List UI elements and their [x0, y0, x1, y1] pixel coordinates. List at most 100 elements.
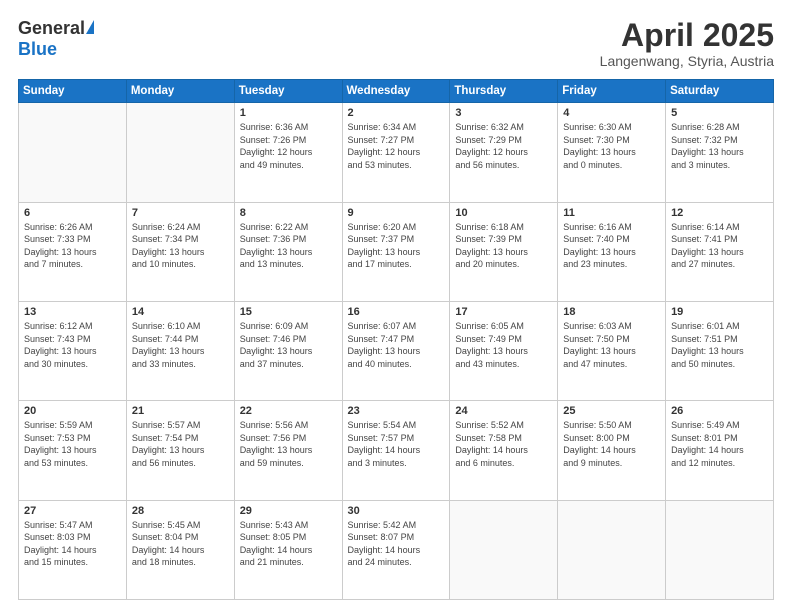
day-cell: 12Sunrise: 6:14 AM Sunset: 7:41 PM Dayli…	[666, 202, 774, 301]
day-cell: 24 Sunrise: 5:52 AM Sunset: 7:58 PM Dayli…	[450, 401, 558, 500]
day-number: 22	[240, 405, 337, 417]
day-detail: Sunrise: 6:30 AM Sunset: 7:30 PM Dayligh…	[563, 121, 660, 171]
day-number: 21	[132, 405, 229, 417]
logo-triangle-icon	[86, 20, 94, 34]
day-cell: 22 Sunrise: 5:56 AM Sunset: 7:56 PM Dayli…	[234, 401, 342, 500]
day-number: 17	[455, 306, 552, 318]
week-row-5: 27 Sunrise: 5:47 AM Sunset: 8:03 PM Dayli…	[19, 500, 774, 599]
day-cell: 3 Sunrise: 6:32 AM Sunset: 7:29 PM Daylig…	[450, 103, 558, 202]
day-cell: 25 Sunrise: 5:50 AM Sunset: 8:00 PM Dayli…	[558, 401, 666, 500]
logo-general: General	[18, 18, 85, 39]
day-detail: Sunrise: 6:34 AM Sunset: 7:27 PM Dayligh…	[348, 121, 445, 171]
day-detail: Sunrise: 6:26 AM Sunset: 7:33 PM Dayligh…	[24, 221, 121, 271]
day-number: 13	[24, 306, 121, 318]
weekday-header-wednesday: Wednesday	[342, 80, 450, 103]
day-cell: 6 Sunrise: 6:26 AM Sunset: 7:33 PM Daylig…	[19, 202, 127, 301]
day-number: 25	[563, 405, 660, 417]
month-title: April 2025	[600, 18, 774, 53]
day-number: 9	[348, 207, 445, 219]
day-detail: Sunrise: 5:43 AM Sunset: 8:05 PM Dayligh…	[240, 519, 337, 569]
day-number: 23	[348, 405, 445, 417]
day-number: 10	[455, 207, 552, 219]
weekday-header-monday: Monday	[126, 80, 234, 103]
day-detail: Sunrise: 6:01 AM Sunset: 7:51 PM Dayligh…	[671, 320, 768, 370]
day-detail: Sunrise: 6:16 AM Sunset: 7:40 PM Dayligh…	[563, 221, 660, 271]
weekday-header-saturday: Saturday	[666, 80, 774, 103]
day-cell: 14 Sunrise: 6:10 AM Sunset: 7:44 PM Dayli…	[126, 301, 234, 400]
day-number: 6	[24, 207, 121, 219]
day-detail: Sunrise: 6:22 AM Sunset: 7:36 PM Dayligh…	[240, 221, 337, 271]
day-cell: 16 Sunrise: 6:07 AM Sunset: 7:47 PM Dayli…	[342, 301, 450, 400]
day-number: 4	[563, 107, 660, 119]
day-cell: 26Sunrise: 5:49 AM Sunset: 8:01 PM Dayli…	[666, 401, 774, 500]
day-detail: Sunrise: 6:32 AM Sunset: 7:29 PM Dayligh…	[455, 121, 552, 171]
day-cell	[19, 103, 127, 202]
day-cell: 4 Sunrise: 6:30 AM Sunset: 7:30 PM Daylig…	[558, 103, 666, 202]
week-row-3: 13 Sunrise: 6:12 AM Sunset: 7:43 PM Dayli…	[19, 301, 774, 400]
day-cell	[558, 500, 666, 599]
day-number: 28	[132, 505, 229, 517]
day-detail: Sunrise: 5:57 AM Sunset: 7:54 PM Dayligh…	[132, 419, 229, 469]
day-detail: Sunrise: 5:56 AM Sunset: 7:56 PM Dayligh…	[240, 419, 337, 469]
day-detail: Sunrise: 5:50 AM Sunset: 8:00 PM Dayligh…	[563, 419, 660, 469]
day-cell: 19 Sunrise: 6:01 AM Sunset: 7:51 PM Dayli…	[666, 301, 774, 400]
day-detail: Sunrise: 6:24 AM Sunset: 7:34 PM Dayligh…	[132, 221, 229, 271]
calendar-table: SundayMondayTuesdayWednesdayThursdayFrid…	[18, 79, 774, 600]
day-cell: 17 Sunrise: 6:05 AM Sunset: 7:49 PM Dayli…	[450, 301, 558, 400]
day-detail: Sunrise: 6:36 AM Sunset: 7:26 PM Dayligh…	[240, 121, 337, 171]
weekday-header-sunday: Sunday	[19, 80, 127, 103]
day-cell: 10 Sunrise: 6:18 AM Sunset: 7:39 PM Dayli…	[450, 202, 558, 301]
day-cell: 23 Sunrise: 5:54 AM Sunset: 7:57 PM Dayli…	[342, 401, 450, 500]
day-cell: 28Sunrise: 5:45 AM Sunset: 8:04 PM Dayli…	[126, 500, 234, 599]
day-cell: 13 Sunrise: 6:12 AM Sunset: 7:43 PM Dayli…	[19, 301, 127, 400]
header: General Blue April 2025 Langenwang, Styr…	[18, 18, 774, 69]
day-cell	[666, 500, 774, 599]
day-number: 8	[240, 207, 337, 219]
logo-blue: Blue	[18, 39, 57, 60]
day-detail: Sunrise: 6:10 AM Sunset: 7:44 PM Dayligh…	[132, 320, 229, 370]
day-number: 14	[132, 306, 229, 318]
day-detail: Sunrise: 6:20 AM Sunset: 7:37 PM Dayligh…	[348, 221, 445, 271]
day-number: 27	[24, 505, 121, 517]
week-row-1: 1 Sunrise: 6:36 AM Sunset: 7:26 PM Daylig…	[19, 103, 774, 202]
day-cell	[126, 103, 234, 202]
day-detail: Sunrise: 6:14 AM Sunset: 7:41 PM Dayligh…	[671, 221, 768, 271]
day-detail: Sunrise: 6:12 AM Sunset: 7:43 PM Dayligh…	[24, 320, 121, 370]
day-number: 16	[348, 306, 445, 318]
day-detail: Sunrise: 5:47 AM Sunset: 8:03 PM Dayligh…	[24, 519, 121, 569]
location: Langenwang, Styria, Austria	[600, 53, 774, 69]
day-number: 11	[563, 207, 660, 219]
day-cell: 11 Sunrise: 6:16 AM Sunset: 7:40 PM Dayli…	[558, 202, 666, 301]
day-number: 26	[671, 405, 768, 417]
day-cell: 18Sunrise: 6:03 AM Sunset: 7:50 PM Dayli…	[558, 301, 666, 400]
day-cell: 20 Sunrise: 5:59 AM Sunset: 7:53 PM Dayli…	[19, 401, 127, 500]
day-cell: 7Sunrise: 6:24 AM Sunset: 7:34 PM Daylig…	[126, 202, 234, 301]
day-number: 1	[240, 107, 337, 119]
day-number: 20	[24, 405, 121, 417]
day-detail: Sunrise: 6:28 AM Sunset: 7:32 PM Dayligh…	[671, 121, 768, 171]
day-detail: Sunrise: 6:07 AM Sunset: 7:47 PM Dayligh…	[348, 320, 445, 370]
day-number: 5	[671, 107, 768, 119]
weekday-header-row: SundayMondayTuesdayWednesdayThursdayFrid…	[19, 80, 774, 103]
day-detail: Sunrise: 5:54 AM Sunset: 7:57 PM Dayligh…	[348, 419, 445, 469]
page: General Blue April 2025 Langenwang, Styr…	[0, 0, 792, 612]
day-cell: 1 Sunrise: 6:36 AM Sunset: 7:26 PM Daylig…	[234, 103, 342, 202]
day-detail: Sunrise: 5:42 AM Sunset: 8:07 PM Dayligh…	[348, 519, 445, 569]
day-number: 15	[240, 306, 337, 318]
day-number: 29	[240, 505, 337, 517]
week-row-4: 20 Sunrise: 5:59 AM Sunset: 7:53 PM Dayli…	[19, 401, 774, 500]
day-number: 19	[671, 306, 768, 318]
day-cell: 21 Sunrise: 5:57 AM Sunset: 7:54 PM Dayli…	[126, 401, 234, 500]
day-cell: 2Sunrise: 6:34 AM Sunset: 7:27 PM Daylig…	[342, 103, 450, 202]
day-detail: Sunrise: 6:18 AM Sunset: 7:39 PM Dayligh…	[455, 221, 552, 271]
day-detail: Sunrise: 5:52 AM Sunset: 7:58 PM Dayligh…	[455, 419, 552, 469]
day-cell: 9 Sunrise: 6:20 AM Sunset: 7:37 PM Daylig…	[342, 202, 450, 301]
day-number: 30	[348, 505, 445, 517]
day-detail: Sunrise: 6:05 AM Sunset: 7:49 PM Dayligh…	[455, 320, 552, 370]
day-cell	[450, 500, 558, 599]
day-number: 24	[455, 405, 552, 417]
day-number: 3	[455, 107, 552, 119]
day-detail: Sunrise: 5:59 AM Sunset: 7:53 PM Dayligh…	[24, 419, 121, 469]
day-cell: 15Sunrise: 6:09 AM Sunset: 7:46 PM Dayli…	[234, 301, 342, 400]
weekday-header-friday: Friday	[558, 80, 666, 103]
